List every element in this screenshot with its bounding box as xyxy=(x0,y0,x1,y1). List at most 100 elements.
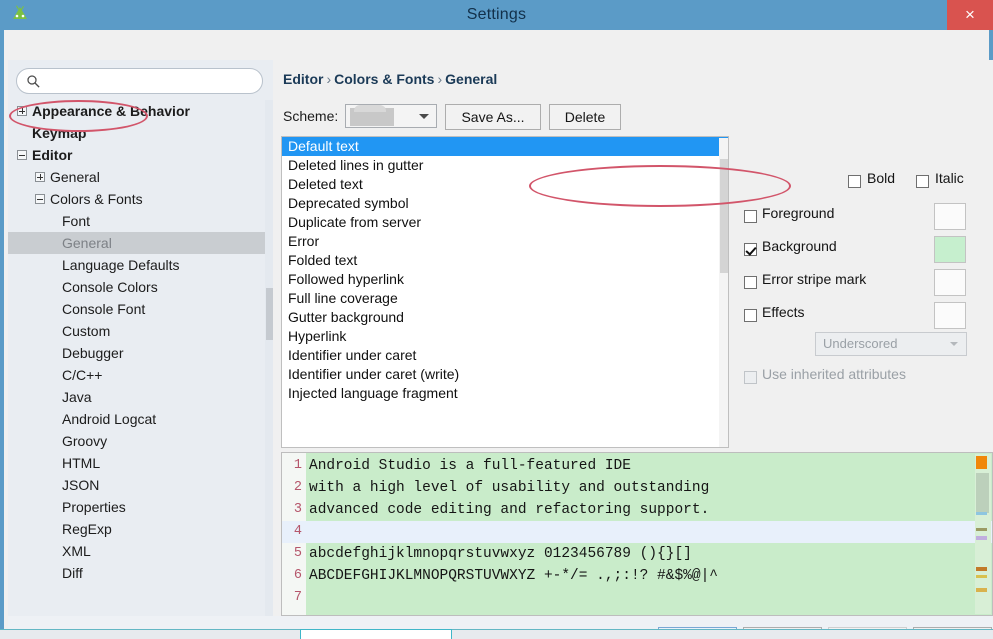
sidebar-item-appearance-behavior[interactable]: Appearance & Behavior xyxy=(8,100,265,122)
sidebar-item-console-font[interactable]: Console Font xyxy=(8,298,265,320)
sidebar-item-diff[interactable]: Diff xyxy=(8,562,265,584)
sidebar-item-android-logcat[interactable]: Android Logcat xyxy=(8,408,265,430)
preview-marker-olive xyxy=(976,528,987,531)
sidebar-item-label: Groovy xyxy=(62,433,108,449)
list-item[interactable]: Deleted lines in gutter xyxy=(282,156,728,175)
collapse-icon[interactable] xyxy=(35,194,45,204)
scheme-dropdown[interactable] xyxy=(345,104,437,128)
preview-line: 1 Android Studio is a full-featured IDE xyxy=(282,455,992,477)
line-text: with a high level of usability and outst… xyxy=(309,480,710,496)
scheme-label: Scheme: xyxy=(283,108,339,124)
preview-scrollbar-track[interactable] xyxy=(975,454,991,614)
list-item[interactable]: Error xyxy=(282,232,728,251)
sidebar-item-general[interactable]: General xyxy=(8,232,265,254)
list-item[interactable]: Gutter background xyxy=(282,308,728,327)
delete-button[interactable]: Delete xyxy=(549,104,621,130)
preview-marker-blue xyxy=(976,512,987,515)
line-number: 7 xyxy=(293,590,302,605)
sidebar-item-label: Diff xyxy=(62,565,83,581)
effects-color-swatch[interactable] xyxy=(934,302,966,329)
search-input[interactable] xyxy=(45,72,257,92)
background-checkbox[interactable] xyxy=(744,243,757,256)
caret-line-highlight xyxy=(309,521,964,543)
preview-line: 3 advanced code editing and refactoring s… xyxy=(282,499,992,521)
line-number: 3 xyxy=(293,502,302,517)
sidebar-item-language-defaults[interactable]: Language Defaults xyxy=(8,254,265,276)
sidebar-item-editor[interactable]: Editor xyxy=(8,144,265,166)
sidebar-item-label: Keymap xyxy=(32,125,87,141)
preview-scrollbar-thumb[interactable] xyxy=(976,473,989,513)
list-item[interactable]: Full line coverage xyxy=(282,289,728,308)
sidebar-item-groovy[interactable]: Groovy xyxy=(8,430,265,452)
sidebar-item-label: Properties xyxy=(62,499,126,515)
list-item[interactable]: Folded text xyxy=(282,251,728,270)
settings-tree[interactable]: Appearance & Behavior Keymap Editor General… xyxy=(8,100,265,616)
preview-line: 2 with a high level of usability and outs… xyxy=(282,477,992,499)
list-item[interactable]: Duplicate from server xyxy=(282,213,728,232)
sidebar-item-java[interactable]: Java xyxy=(8,386,265,408)
save-as-button[interactable]: Save As... xyxy=(445,104,541,130)
settings-dialog: Settings × Appearance & Behavior Keymap Ed… xyxy=(0,0,993,639)
list-item[interactable]: Deprecated symbol xyxy=(282,194,728,213)
expand-icon[interactable] xyxy=(35,172,45,182)
breadcrumb-part-2[interactable]: Colors & Fonts xyxy=(334,71,434,87)
sidebar-item-label: Appearance & Behavior xyxy=(32,103,190,119)
collapse-icon[interactable] xyxy=(17,150,27,160)
list-scrollbar-thumb[interactable] xyxy=(720,159,728,273)
background-label: Background xyxy=(762,238,837,254)
sidebar-item-general[interactable]: General xyxy=(8,166,265,188)
bold-checkbox[interactable] xyxy=(848,175,861,188)
effects-checkbox[interactable] xyxy=(744,309,757,322)
chevron-down-icon xyxy=(950,342,958,346)
list-item[interactable]: Default text xyxy=(282,137,728,156)
sidebar-item-json[interactable]: JSON xyxy=(8,474,265,496)
sidebar-item-c-c[interactable]: C/C++ xyxy=(8,364,265,386)
sidebar-item-label: Colors & Fonts xyxy=(50,191,143,207)
search-box[interactable] xyxy=(16,68,263,94)
list-item[interactable]: Identifier under caret xyxy=(282,346,728,365)
sidebar-item-label: Font xyxy=(62,213,91,229)
line-text: abcdefghijklmnopqrstuvwxyz 0123456789 ()… xyxy=(309,546,692,562)
sidebar-item-debugger[interactable]: Debugger xyxy=(8,342,265,364)
error-stripe-mark-label: Error stripe mark xyxy=(762,271,867,287)
color-settings-list[interactable]: Default text Deleted lines in gutter Delet… xyxy=(281,136,729,448)
error-stripe-mark-checkbox[interactable] xyxy=(744,276,757,289)
list-item[interactable]: Injected language fragment xyxy=(282,384,728,403)
preview-line: 4 xyxy=(282,521,992,543)
sidebar-item-xml[interactable]: XML xyxy=(8,540,265,562)
sidebar-item-label: General xyxy=(62,235,112,251)
list-item[interactable]: Identifier under caret (write) xyxy=(282,365,728,384)
effect-type-dropdown[interactable]: Underscored xyxy=(815,332,967,356)
breadcrumb-part-1[interactable]: Editor xyxy=(283,71,323,87)
sidebar-item-console-colors[interactable]: Console Colors xyxy=(8,276,265,298)
color-preview-editor[interactable]: 1 Android Studio is a full-featured IDE 2 w… xyxy=(281,452,993,616)
foreground-label: Foreground xyxy=(762,205,835,221)
list-item[interactable]: Deleted text xyxy=(282,175,728,194)
foreground-color-swatch[interactable] xyxy=(934,203,966,230)
sidebar-item-label: HTML xyxy=(62,455,101,471)
preview-marker-purple xyxy=(976,536,987,540)
sidebar-item-properties[interactable]: Properties xyxy=(8,496,265,518)
list-item[interactable]: Followed hyperlink xyxy=(282,270,728,289)
italic-label: Italic xyxy=(935,170,964,186)
preview-line: 5 abcdefghijklmnopqrstuvwxyz 0123456789 (… xyxy=(282,543,992,565)
close-icon[interactable]: × xyxy=(947,0,993,30)
italic-checkbox[interactable] xyxy=(916,175,929,188)
background-color-swatch[interactable] xyxy=(934,236,966,263)
error-stripe-color-swatch[interactable] xyxy=(934,269,966,296)
list-item[interactable]: Hyperlink xyxy=(282,327,728,346)
sidebar-item-label: C/C++ xyxy=(62,367,103,383)
sidebar-item-keymap[interactable]: Keymap xyxy=(8,122,265,144)
sidebar-item-html[interactable]: HTML xyxy=(8,452,265,474)
sidebar-item-label: Java xyxy=(62,389,92,405)
effects-label: Effects xyxy=(762,304,805,320)
sidebar-item-label: Debugger xyxy=(62,345,124,361)
preview-marker-yellow xyxy=(976,575,987,578)
sidebar-item-regexp[interactable]: RegExp xyxy=(8,518,265,540)
sidebar-item-custom[interactable]: Custom xyxy=(8,320,265,342)
sidebar-item-colors-fonts[interactable]: Colors & Fonts xyxy=(8,188,265,210)
expand-icon[interactable] xyxy=(17,106,27,116)
foreground-checkbox[interactable] xyxy=(744,210,757,223)
taskbar-active-window[interactable] xyxy=(300,629,452,639)
sidebar-item-font[interactable]: Font xyxy=(8,210,265,232)
